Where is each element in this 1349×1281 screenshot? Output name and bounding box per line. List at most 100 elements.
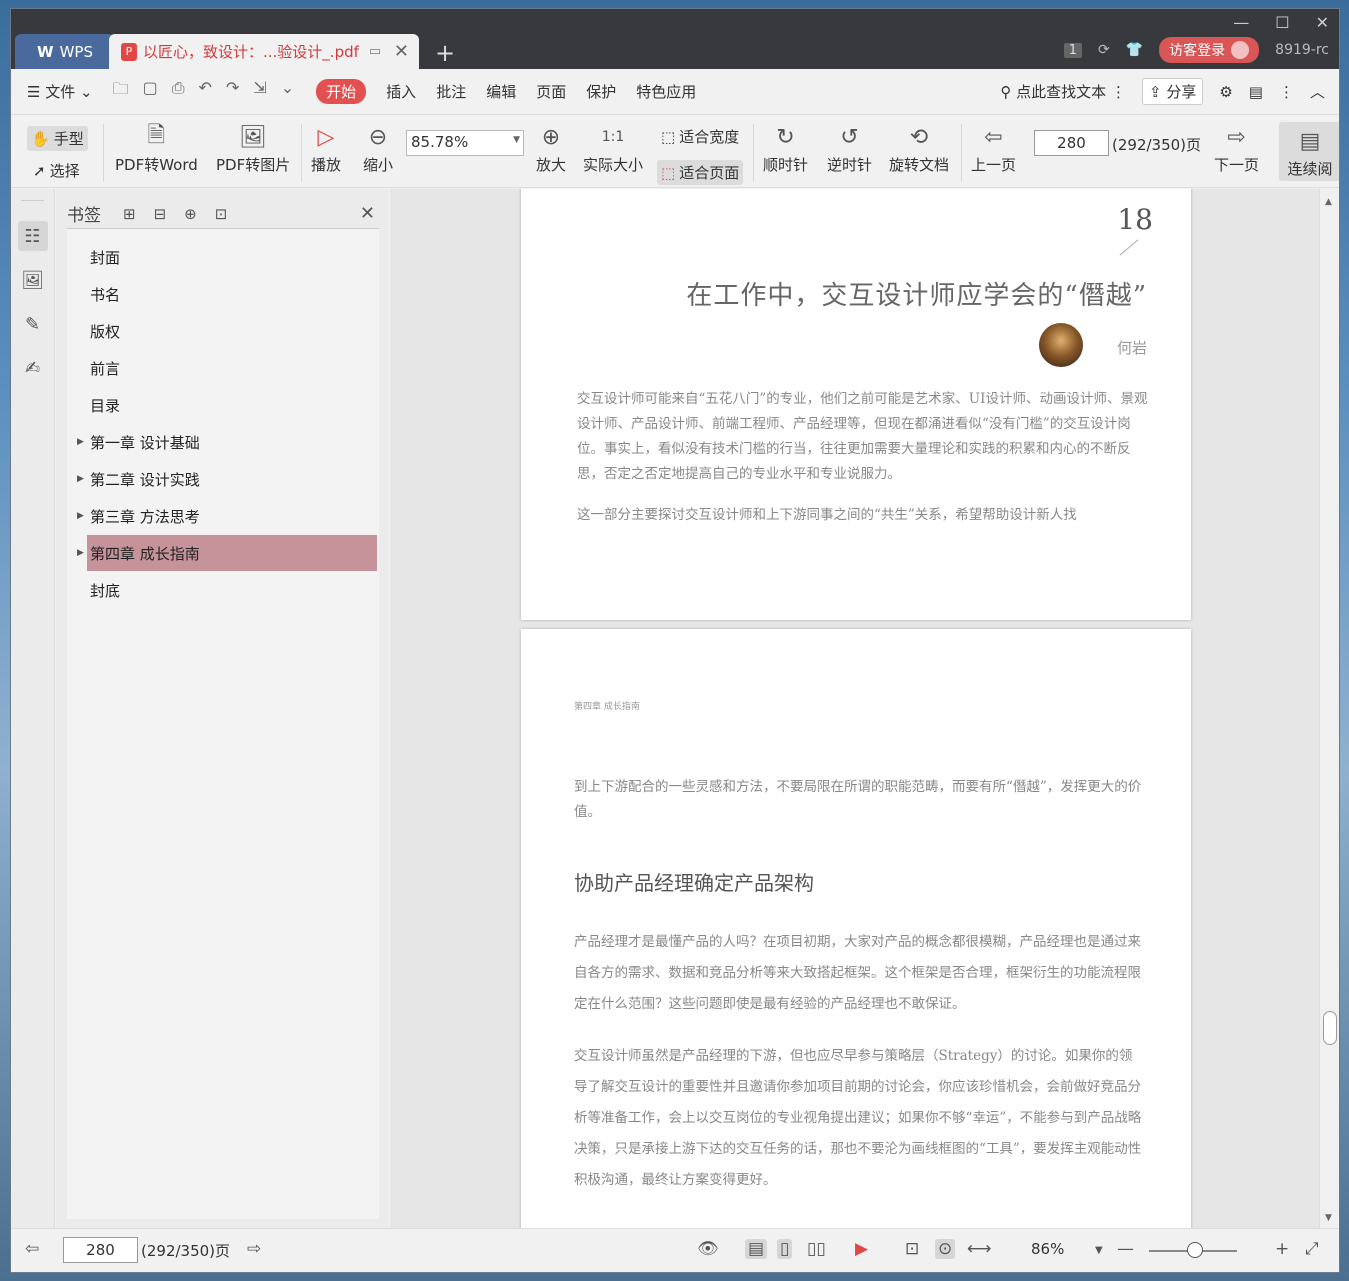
login-button[interactable]: 访客登录 [1159, 37, 1260, 63]
zoom-out-status-icon[interactable]: — [1117, 1239, 1134, 1259]
file-menu[interactable]: ☰ 文件 ⌄ [27, 81, 93, 102]
status-page-input[interactable]: 280 [63, 1237, 138, 1263]
bookmark-item[interactable]: 前言 [87, 350, 377, 386]
play-slideshow-icon[interactable]: ▶ [855, 1239, 868, 1259]
bookmark-item[interactable]: ▶ 第三章 方法思考 [77, 498, 377, 534]
wps-window: W WPS P 以匠心，致设计：...验设计_.pdf ▭ ✕ + — ☐ ✕ … [10, 8, 1340, 1273]
pdf-to-image-button[interactable]: 🖼 PDF转图片 [216, 120, 290, 175]
open-folder-icon[interactable]: 🗀 [113, 78, 129, 105]
continuous-view-icon[interactable]: ▯ [777, 1239, 793, 1259]
prev-page-button[interactable]: ⇦ 上一页 [971, 120, 1016, 175]
bookmark-panel-icon[interactable]: ☷ [17, 221, 48, 251]
zoom-select[interactable]: 85.78% ▼ [406, 130, 524, 156]
scroll-down-icon[interactable]: ▼ [1325, 1213, 1332, 1223]
actual-size-status-icon[interactable]: ⊡ [905, 1239, 919, 1259]
tab-document[interactable]: P 以匠心，致设计：...验设计_.pdf ▭ ✕ [109, 34, 419, 69]
bookmark-item[interactable]: 版权 [87, 313, 377, 349]
bookmark-item[interactable]: ▶ 第二章 设计实践 [77, 461, 377, 497]
search-text[interactable]: ⚲ 点此查找文本 ⋮ [1000, 81, 1126, 102]
close-tab-icon[interactable]: ✕ [394, 41, 409, 62]
sync-icon[interactable]: ⟳ [1098, 42, 1110, 58]
more-dropdown-icon[interactable]: ⌄ [281, 78, 294, 105]
author-name: 何岩 [1116, 339, 1147, 357]
collapse-ribbon-icon[interactable]: ︿ [1310, 81, 1325, 102]
annotation-panel-icon[interactable]: ✎ [18, 309, 48, 339]
rotate-clockwise-button[interactable]: ↻ 顺时针 [763, 120, 808, 175]
fit-page-status-icon[interactable]: ⊙ [935, 1239, 956, 1259]
pdf-to-word-button[interactable]: 🗎 PDF转Word [115, 120, 198, 175]
expand-all-icon[interactable]: ⊞ [123, 205, 136, 223]
section-paragraph-1: 产品经理才是最懂产品的人吗？在项目初期，大家对产品的概念都很模糊，产品经理也是通… [574, 934, 1141, 1012]
monitor-icon[interactable]: ▭ [369, 44, 381, 59]
bookmark-item[interactable]: 封面 [87, 239, 377, 275]
scroll-up-icon[interactable]: ▲ [1325, 197, 1332, 207]
undo-icon[interactable]: ↶ [199, 78, 212, 105]
window-count-badge[interactable]: 1 [1063, 42, 1082, 58]
maximize-icon[interactable]: ☐ [1275, 13, 1289, 32]
fullscreen-icon[interactable]: ⤢ [1305, 1239, 1319, 1259]
tab-insert[interactable]: 插入 [386, 81, 416, 102]
play-button[interactable]: ▷ 播放 [311, 120, 341, 175]
bookmark-item[interactable]: ▶ 第四章 成长指南 [77, 535, 377, 571]
next-page-button[interactable]: ⇨ 下一页 [1214, 120, 1259, 175]
new-tab-button[interactable]: + [435, 39, 455, 67]
bookmark-settings-icon[interactable]: ⊡ [215, 205, 228, 223]
tab-page[interactable]: 页面 [536, 81, 566, 102]
minimize-icon[interactable]: — [1233, 13, 1249, 32]
redo-icon[interactable]: ↷ [226, 78, 239, 105]
bookmark-item[interactable]: 封底 [87, 572, 377, 608]
continuous-read-button[interactable]: ▤ 连续阅 [1279, 122, 1339, 181]
save-icon[interactable]: ▢ [143, 78, 158, 105]
select-tool-button[interactable]: ➚ 选择 [33, 160, 80, 181]
print-icon[interactable]: ⎙ [172, 78, 185, 105]
more-icon[interactable]: ⋮ [1279, 83, 1294, 101]
document-tab-label: 以匠心，致设计：...验设计_.pdf [143, 43, 359, 61]
expand-arrow-icon[interactable]: ▶ [77, 437, 84, 447]
status-prev-page-icon[interactable]: ⇦ [25, 1239, 39, 1259]
single-page-view-icon[interactable]: ▤ [745, 1239, 768, 1259]
skin-icon[interactable]: 👕 [1126, 42, 1143, 58]
tab-annotate[interactable]: 批注 [436, 81, 466, 102]
close-panel-icon[interactable]: ✕ [360, 203, 375, 224]
tab-protect[interactable]: 保护 [586, 81, 616, 102]
status-next-page-icon[interactable]: ⇨ [247, 1239, 261, 1259]
zoom-in-status-icon[interactable]: + [1275, 1239, 1289, 1259]
expand-arrow-icon[interactable]: ▶ [77, 548, 84, 558]
bookmark-item[interactable]: 目录 [87, 387, 377, 423]
tab-edit[interactable]: 编辑 [486, 81, 516, 102]
zoom-slider-knob[interactable] [1187, 1242, 1203, 1258]
hand-tool-button[interactable]: ✋ 手型 [27, 126, 88, 151]
page-number-input[interactable]: 280 [1034, 130, 1109, 156]
eye-protection-icon[interactable]: 👁 [697, 1239, 719, 1259]
rotate-document-button[interactable]: ⟲ 旋转文档 [889, 120, 949, 175]
scrollbar-thumb[interactable] [1323, 1011, 1337, 1045]
fit-page-button[interactable]: ⬚ 适合页面 [657, 160, 744, 185]
export-icon[interactable]: ⇲ [253, 78, 266, 105]
vertical-scrollbar[interactable]: ▲ ▼ [1319, 189, 1339, 1229]
zoom-in-button[interactable]: ⊕ 放大 [536, 120, 566, 175]
zoom-dropdown-status-icon[interactable]: ▼ [1095, 1245, 1103, 1256]
share-button[interactable]: ⇪ 分享 [1141, 78, 1204, 105]
settings-icon[interactable]: ⚙ [1219, 83, 1232, 101]
tab-start[interactable]: 开始 [316, 79, 367, 104]
bookmark-item[interactable]: 书名 [87, 276, 377, 312]
signature-panel-icon[interactable]: ✍ [18, 353, 48, 383]
fit-width-button[interactable]: ⬚ 适合宽度 [661, 126, 739, 147]
close-window-icon[interactable]: ✕ [1316, 13, 1329, 32]
tab-special[interactable]: 特色应用 [636, 81, 696, 102]
zoom-out-button[interactable]: ⊖ 缩小 [363, 120, 393, 175]
collapse-all-icon[interactable]: ⊟ [154, 205, 167, 223]
document-view[interactable]: 18 在工作中，交互设计师应学会的“僭越” 何岩 交互设计师可能来自“五花八门”… [390, 189, 1329, 1229]
tab-wps-home[interactable]: W WPS [15, 34, 115, 69]
expand-arrow-icon[interactable]: ▶ [77, 511, 84, 521]
double-page-view-icon[interactable]: ▯▯ [807, 1239, 826, 1259]
fit-width-status-icon[interactable]: ⟷ [967, 1239, 991, 1259]
comment-icon[interactable]: ▤ [1249, 83, 1263, 101]
add-bookmark-icon[interactable]: ⊕ [184, 205, 197, 223]
bookmark-item[interactable]: ▶ 第一章 设计基础 [77, 424, 377, 460]
expand-arrow-icon[interactable]: ▶ [77, 474, 84, 484]
rotate-counterclockwise-button[interactable]: ↺ 逆时针 [827, 120, 872, 175]
status-zoom-value[interactable]: 86% [1031, 1240, 1064, 1258]
thumbnail-panel-icon[interactable]: 🖼 [18, 265, 48, 295]
actual-size-button[interactable]: 1:1 实际大小 [583, 120, 643, 175]
